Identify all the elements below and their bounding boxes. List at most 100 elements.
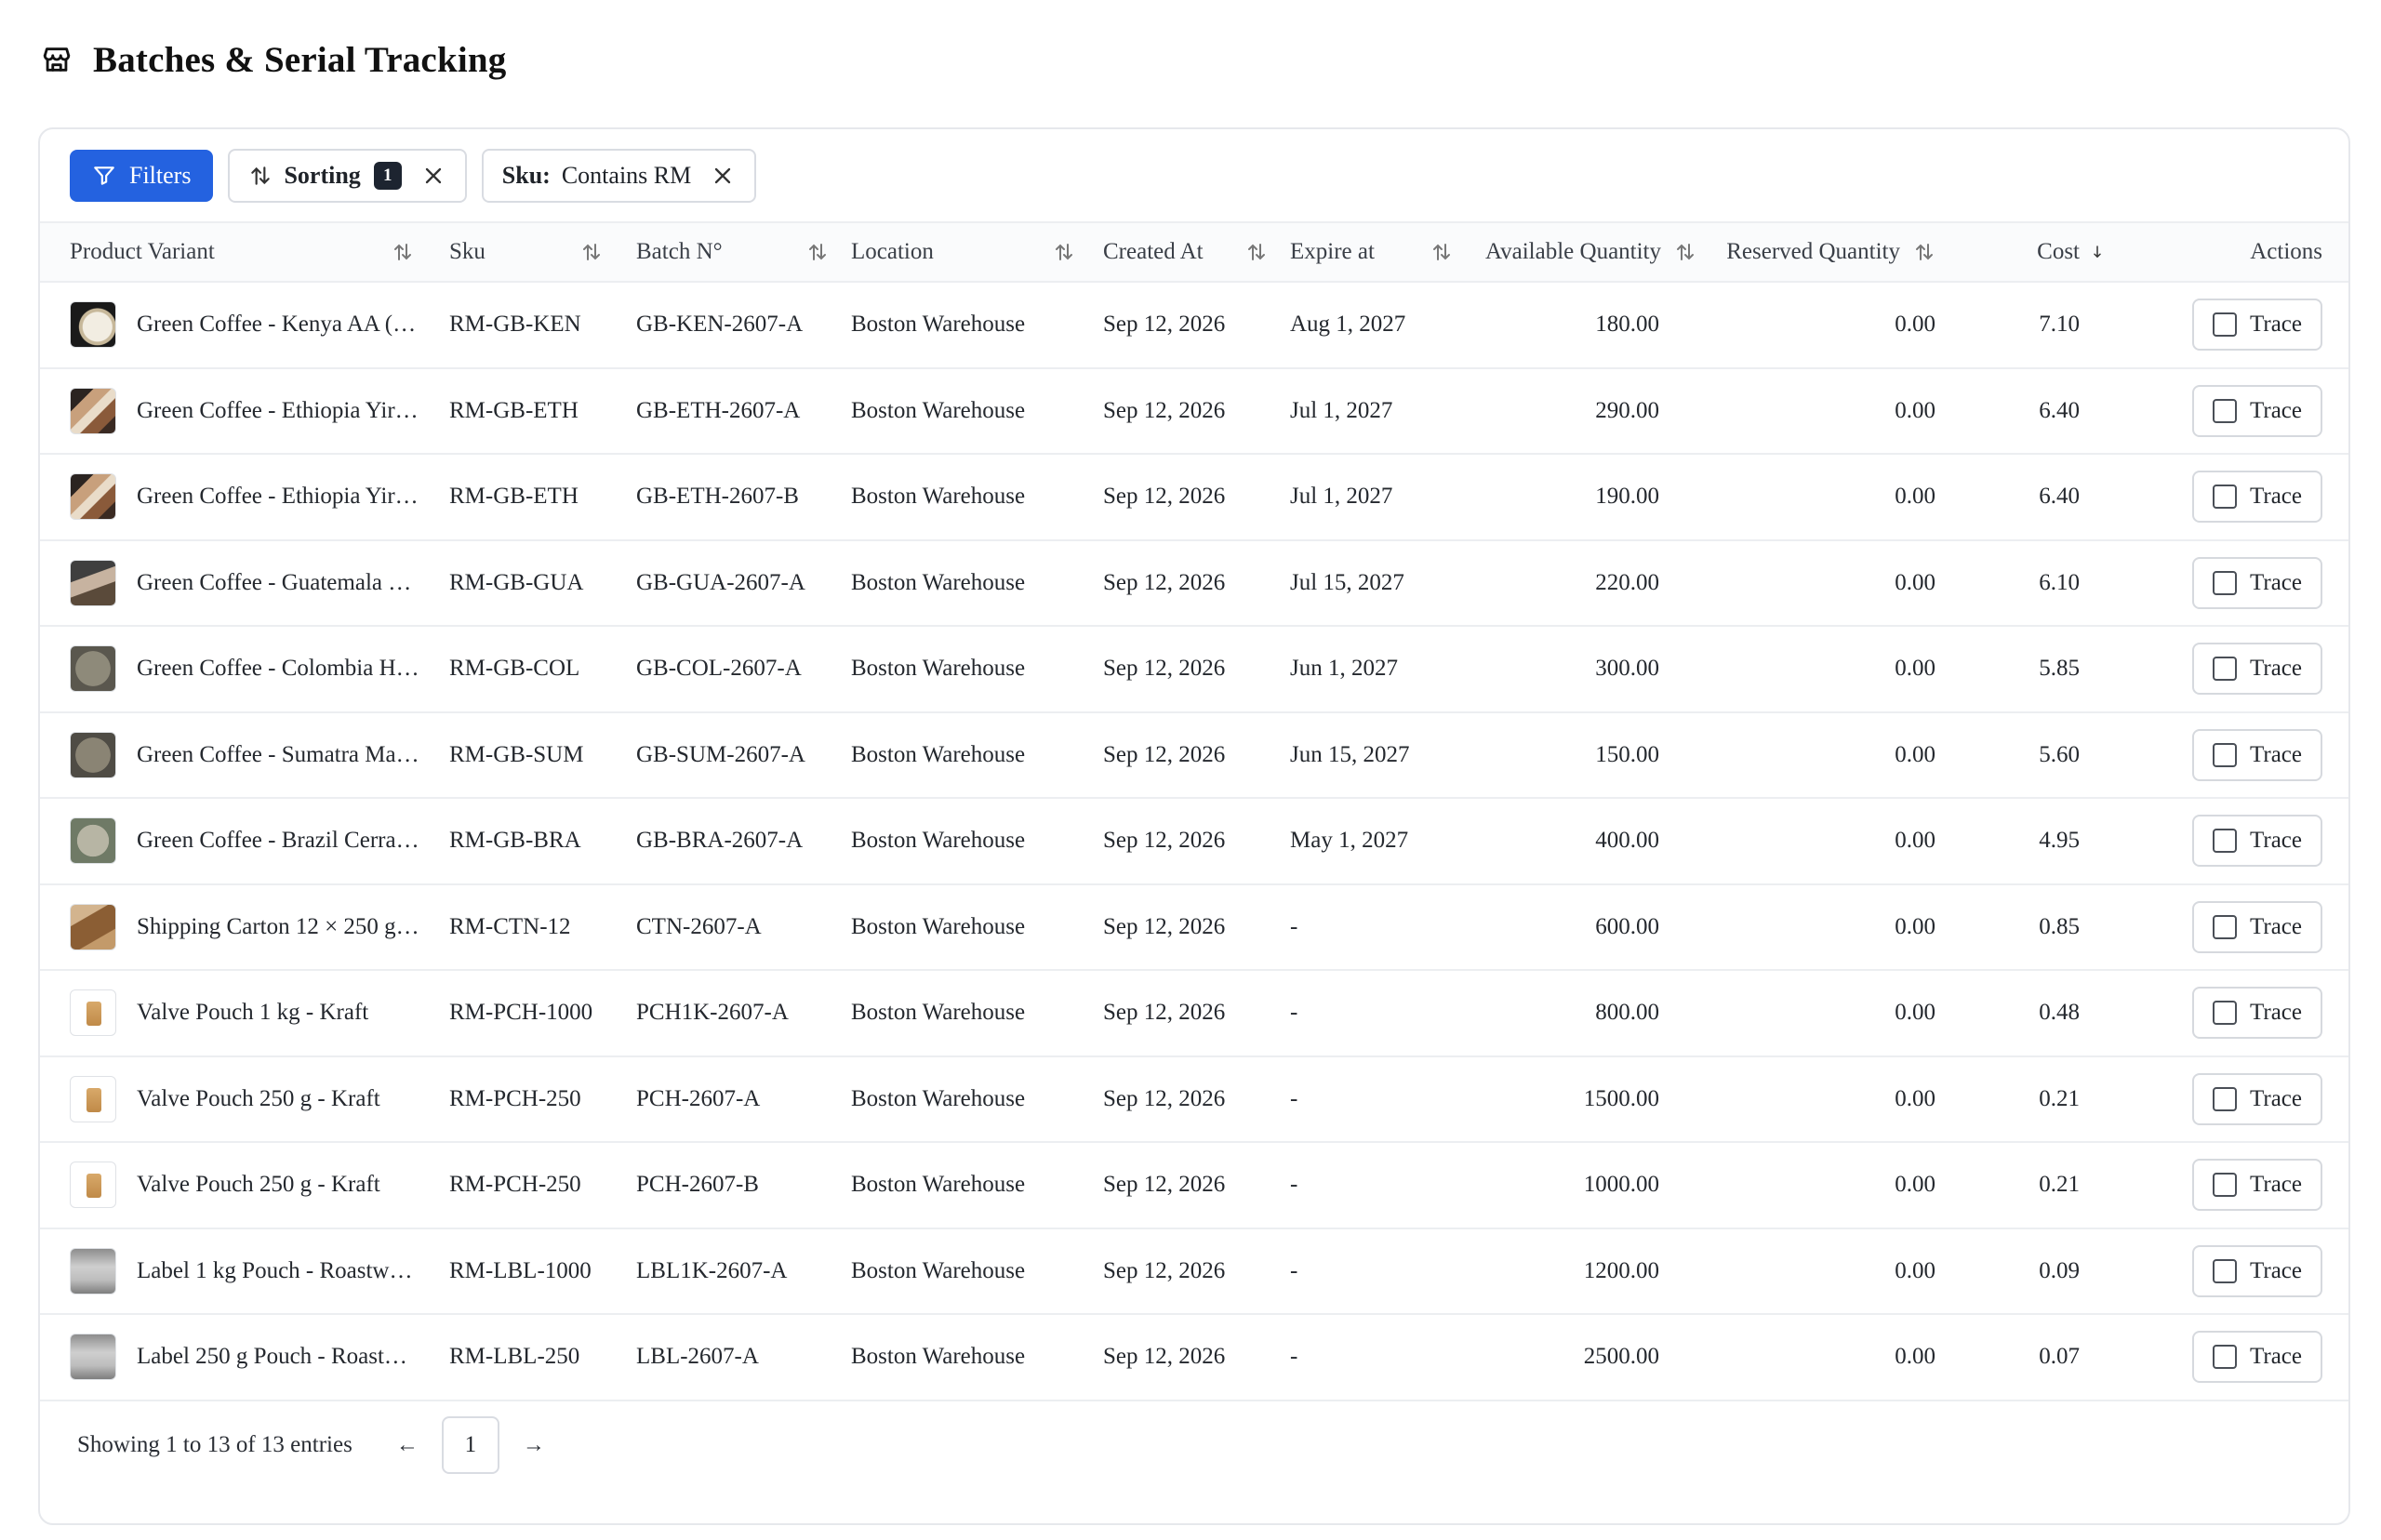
trace-label: Trace: [2249, 569, 2302, 595]
table-row[interactable]: Shipping Carton 12 × 250 g… RM-CTN-12 CTN-…: [40, 884, 2348, 970]
product-variant-cell: Green Coffee - Brazil Cerra…: [70, 817, 449, 865]
entries-info: Showing 1 to 13 of 13 entries: [77, 1432, 352, 1457]
checkbox-icon: [2212, 570, 2237, 595]
product-variant-name: Label 1 kg Pouch - Roastw…: [137, 1257, 413, 1283]
trace-button[interactable]: Trace: [2192, 1244, 2322, 1297]
product-variant-cell: Green Coffee - Sumatra Ma…: [70, 731, 449, 778]
trace-button[interactable]: Trace: [2192, 815, 2322, 868]
column-header-sku[interactable]: Sku: [449, 222, 636, 282]
page-1-button[interactable]: 1: [441, 1416, 499, 1474]
checkbox-icon: [2212, 1345, 2237, 1370]
product-thumbnail: [70, 731, 116, 778]
table-row[interactable]: Green Coffee - Colombia H… RM-GB-COL GB-CO…: [40, 626, 2348, 712]
close-icon[interactable]: [420, 163, 446, 189]
available-quantity-cell: 300.00: [1595, 656, 1659, 682]
table-row[interactable]: Green Coffee - Ethiopia Yir… RM-GB-ETH GB-…: [40, 454, 2348, 540]
page-header: Batches & Serial Tracking: [41, 35, 506, 84]
column-header-available-quantity[interactable]: Available Quantity: [1485, 222, 1711, 282]
product-variant-name: Green Coffee - Colombia H…: [137, 656, 419, 682]
product-variant-cell: Valve Pouch 250 g - Kraft: [70, 1075, 449, 1122]
trace-button[interactable]: Trace: [2192, 900, 2322, 953]
batch-cell: GB-ETH-2607-B: [636, 484, 799, 510]
reserved-quantity-cell: 0.00: [1895, 1172, 1935, 1198]
trace-button[interactable]: Trace: [2192, 556, 2322, 609]
product-variant-name: Shipping Carton 12 × 250 g…: [137, 913, 419, 939]
trace-button[interactable]: Trace: [2192, 643, 2322, 696]
cost-cell: 0.48: [2039, 1000, 2080, 1026]
cost-cell: 0.09: [2039, 1257, 2080, 1283]
table-row[interactable]: Label 250 g Pouch - Roast… RM-LBL-250 LBL-…: [40, 1314, 2348, 1401]
table-row[interactable]: Valve Pouch 250 g - Kraft RM-PCH-250 PCH-2…: [40, 1056, 2348, 1142]
expire-at-cell: -: [1290, 1257, 1298, 1283]
expire-at-cell: -: [1290, 913, 1298, 939]
table-row[interactable]: Green Coffee - Sumatra Ma… RM-GB-SUM GB-SU…: [40, 712, 2348, 798]
created-at-cell: Sep 12, 2026: [1103, 1085, 1226, 1111]
sort-icon: [1433, 244, 1450, 260]
batch-cell: GB-GUA-2607-A: [636, 569, 805, 595]
trace-button[interactable]: Trace: [2192, 299, 2322, 352]
checkbox-icon: [2212, 1086, 2237, 1111]
column-header-created-at[interactable]: Created At: [1103, 222, 1290, 282]
trace-label: Trace: [2249, 1344, 2302, 1370]
available-quantity-cell: 220.00: [1595, 569, 1659, 595]
sort-icon: [1056, 244, 1072, 260]
batch-cell: CTN-2607-A: [636, 913, 762, 939]
table-row[interactable]: Green Coffee - Brazil Cerra… RM-GB-BRA GB-…: [40, 798, 2348, 884]
column-header-batch[interactable]: Batch N°: [636, 222, 851, 282]
sort-desc-icon: [2094, 246, 2101, 259]
sku-cell: RM-LBL-250: [449, 1344, 580, 1370]
toolbar: Filters Sorting 1 Sku: Contains RM: [40, 129, 2348, 221]
sku-filter-chip[interactable]: Sku: Contains RM: [481, 148, 757, 203]
sorting-label: Sorting: [284, 161, 361, 189]
batches-card: Filters Sorting 1 Sku: Contains RM Produ…: [38, 127, 2350, 1525]
cost-cell: 5.60: [2039, 741, 2080, 767]
next-page-button[interactable]: →: [520, 1433, 548, 1458]
column-header-reserved-quantity[interactable]: Reserved Quantity: [1711, 222, 1973, 282]
location-cell: Boston Warehouse: [851, 1085, 1026, 1111]
sort-icon: [1248, 244, 1265, 260]
batch-cell: PCH-2607-A: [636, 1085, 761, 1111]
product-variant-cell: Shipping Carton 12 × 250 g…: [70, 903, 449, 950]
trace-button[interactable]: Trace: [2192, 471, 2322, 524]
location-cell: Boston Warehouse: [851, 312, 1026, 338]
trace-button[interactable]: Trace: [2192, 728, 2322, 781]
trace-label: Trace: [2249, 1085, 2302, 1111]
sort-icon: [1677, 244, 1694, 260]
trace-button[interactable]: Trace: [2192, 384, 2322, 437]
cost-cell: 7.10: [2039, 312, 2080, 338]
table-row[interactable]: Green Coffee - Kenya AA (… RM-GB-KEN GB-KE…: [40, 282, 2348, 368]
close-icon[interactable]: [710, 163, 736, 189]
cost-cell: 0.21: [2039, 1085, 2080, 1111]
reserved-quantity-cell: 0.00: [1895, 312, 1935, 338]
sku-cell: RM-PCH-250: [449, 1085, 581, 1111]
table-row[interactable]: Green Coffee - Ethiopia Yir… RM-GB-ETH GB-…: [40, 368, 2348, 454]
column-header-expire-at[interactable]: Expire at: [1290, 222, 1486, 282]
trace-label: Trace: [2249, 397, 2302, 423]
location-cell: Boston Warehouse: [851, 1000, 1026, 1026]
available-quantity-cell: 290.00: [1595, 397, 1659, 423]
trace-button[interactable]: Trace: [2192, 1159, 2322, 1212]
cost-cell: 6.10: [2039, 569, 2080, 595]
checkbox-icon: [2212, 312, 2237, 338]
sorting-chip[interactable]: Sorting 1: [228, 148, 467, 203]
prev-page-button[interactable]: ←: [393, 1433, 421, 1458]
product-variant-cell: Green Coffee - Ethiopia Yir…: [70, 387, 449, 434]
trace-button[interactable]: Trace: [2192, 987, 2322, 1040]
pagination-footer: Showing 1 to 13 of 13 entries ← 1 →: [40, 1399, 2348, 1492]
column-header-cost[interactable]: Cost: [1973, 222, 2106, 282]
table-row[interactable]: Valve Pouch 1 kg - Kraft RM-PCH-1000 PCH1K…: [40, 970, 2348, 1056]
table-row[interactable]: Valve Pouch 250 g - Kraft RM-PCH-250 PCH-2…: [40, 1142, 2348, 1228]
product-thumbnail: [70, 903, 116, 950]
table-row[interactable]: Label 1 kg Pouch - Roastw… RM-LBL-1000 LBL…: [40, 1228, 2348, 1314]
location-cell: Boston Warehouse: [851, 913, 1026, 939]
reserved-quantity-cell: 0.00: [1895, 656, 1935, 682]
filters-button[interactable]: Filters: [70, 149, 214, 202]
trace-button[interactable]: Trace: [2192, 1331, 2322, 1384]
created-at-cell: Sep 12, 2026: [1103, 1172, 1226, 1198]
product-variant-cell: Valve Pouch 1 kg - Kraft: [70, 989, 449, 1037]
column-header-product-variant[interactable]: Product Variant: [70, 222, 449, 282]
table-row[interactable]: Green Coffee - Guatemala … RM-GB-GUA GB-GU…: [40, 540, 2348, 626]
column-header-location[interactable]: Location: [851, 222, 1103, 282]
product-thumbnail: [70, 1075, 116, 1122]
trace-button[interactable]: Trace: [2192, 1072, 2322, 1125]
